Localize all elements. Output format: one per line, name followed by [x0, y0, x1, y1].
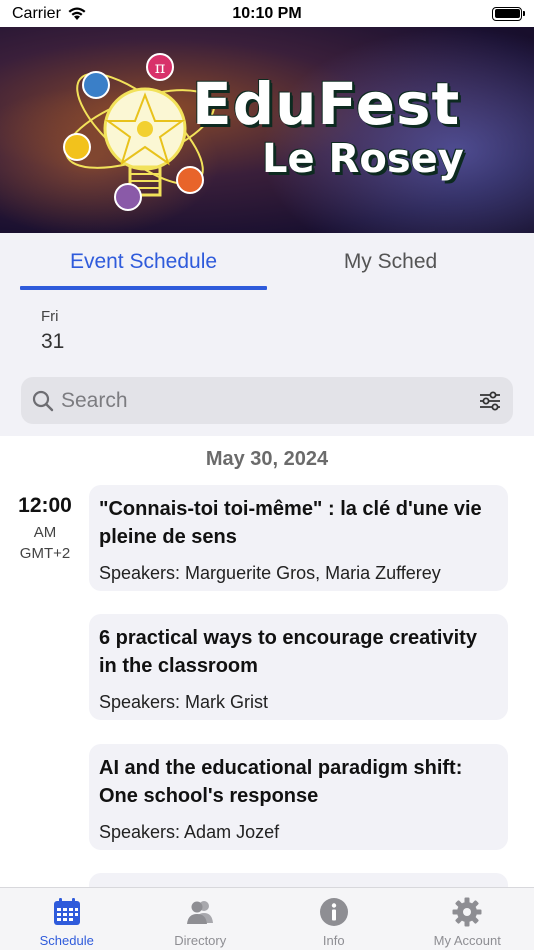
status-left: Carrier [12, 5, 87, 23]
date-selector-item[interactable]: Fri 31 [41, 308, 81, 354]
banner-title: EduFest [192, 70, 461, 138]
schedule-tabs: Event Schedule My Sched [0, 233, 534, 291]
session-card[interactable]: AI and the educational paradigm shift: O… [89, 744, 508, 850]
session-speakers: Speakers: Mark Grist [99, 692, 269, 712]
session-title: 6 practical ways to encourage creativity… [99, 627, 477, 677]
banner-subtitle: Le Rosey [262, 136, 464, 182]
day-header: May 30, 2024 [205, 448, 329, 470]
tabbar-label: Directory [174, 933, 227, 948]
filter-sliders-icon[interactable] [477, 388, 503, 414]
time-slot-ampm: AM [33, 524, 57, 541]
session-title: "Connais-toi toi-même" : la clé d'une vi… [99, 498, 482, 548]
tabbar-directory[interactable]: Directory [134, 888, 268, 950]
schedule-list[interactable]: May 30, 2024 12:00 AM GMT+2 "Connais-toi… [0, 436, 534, 887]
date-day-number: 31 [41, 330, 65, 353]
calendar-icon [53, 898, 80, 925]
session-speakers: Speakers: Marguerite Gros, Maria Zuffere… [99, 563, 441, 583]
tabbar-schedule[interactable]: Schedule [0, 888, 134, 950]
session-title: AI and the educational paradigm shift: O… [99, 757, 463, 807]
people-icon [187, 901, 214, 924]
tab-event-schedule[interactable]: Event Schedule [20, 233, 267, 291]
time-slot-timezone: GMT+2 [19, 545, 71, 562]
tab-my-sched[interactable]: My Sched [267, 233, 514, 291]
bottom-tab-bar: Schedule Directory Info My Account [0, 887, 534, 950]
info-icon [319, 898, 348, 926]
svg-text:π: π [155, 58, 166, 77]
event-banner: π EduFest Le Rosey [0, 27, 534, 233]
session-card[interactable]: 6 practical ways to encourage creativity… [89, 614, 508, 720]
tabbar-my-account[interactable]: My Account [401, 888, 534, 950]
gear-icon [452, 897, 482, 927]
tabbar-label: Info [322, 933, 345, 948]
tabbar-label: My Account [433, 933, 501, 948]
tabbar-label: Schedule [39, 933, 94, 948]
tabbar-info[interactable]: Info [267, 888, 401, 950]
carrier-label: Carrier [12, 4, 61, 22]
session-card[interactable]: "Connais-toi toi-même" : la clé d'une vi… [89, 485, 508, 591]
session-speakers: Speakers: Adam Jozef [99, 822, 280, 842]
battery-icon [492, 6, 525, 21]
time-slot-time: 12:00 [18, 494, 72, 517]
date-day-of-week: Fri [41, 308, 59, 325]
search-bar [21, 377, 513, 424]
time-slot: 12:00 AM GMT+2 [0, 494, 90, 562]
search-input[interactable] [61, 388, 477, 413]
search-icon [32, 390, 54, 411]
wifi-icon [68, 7, 86, 20]
status-bar: Carrier 10:10 PM [0, 0, 534, 27]
session-card-partial[interactable] [89, 873, 508, 887]
